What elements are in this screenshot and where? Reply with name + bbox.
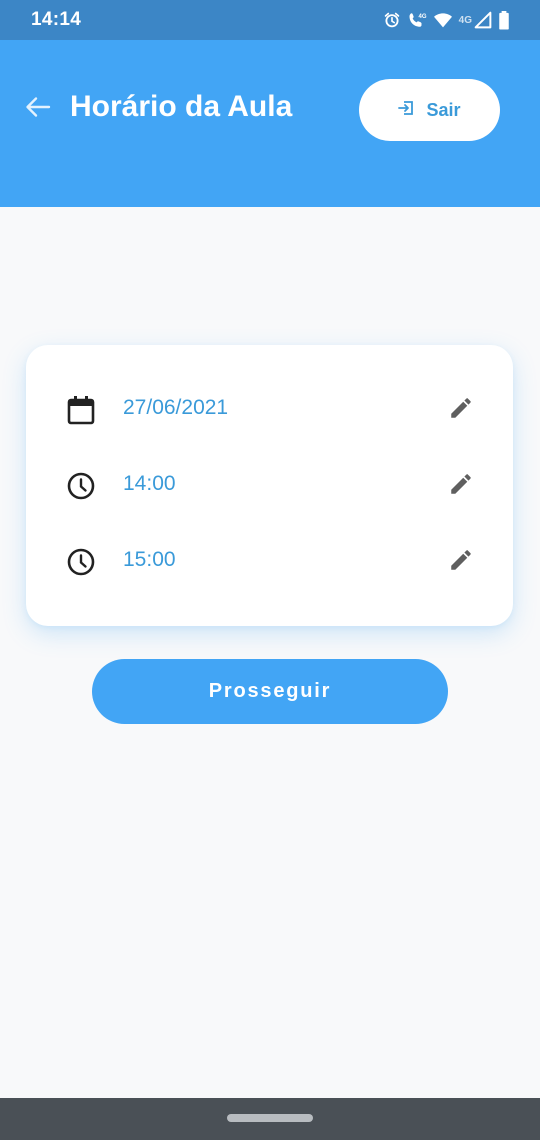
edit-date-button[interactable] <box>444 393 478 427</box>
continue-label: Prosseguir <box>208 680 332 702</box>
wifi-icon <box>433 11 453 29</box>
navigation-bar <box>0 1098 540 1140</box>
pencil-icon <box>448 395 474 426</box>
date-value: 27/06/2021 <box>123 396 229 419</box>
volte-call-icon: 4G <box>407 11 427 29</box>
clock-icon <box>66 547 96 577</box>
edit-start-time-button[interactable] <box>444 469 478 503</box>
signal-icon <box>474 11 492 29</box>
end-time-value: 15:00 <box>123 548 176 571</box>
end-time-row: 15:00 <box>26 531 513 591</box>
svg-text:4G: 4G <box>418 14 426 20</box>
pencil-icon <box>448 547 474 578</box>
continue-button[interactable]: Prosseguir <box>92 659 448 724</box>
screen: 14:14 4G 4G Horário da Aula Sair 27/06/2… <box>0 0 540 1140</box>
logout-label: Sair <box>426 99 461 120</box>
calendar-icon <box>66 395 96 425</box>
status-icons: 4G 4G <box>383 9 510 31</box>
status-bar: 14:14 4G 4G <box>0 0 540 40</box>
back-button[interactable] <box>22 93 54 125</box>
home-gesture-handle[interactable] <box>227 1114 313 1122</box>
status-time: 14:14 <box>31 9 82 30</box>
alarm-icon <box>383 11 401 29</box>
schedule-card: 27/06/2021 14:00 15:00 <box>26 345 513 626</box>
edit-end-time-button[interactable] <box>444 545 478 579</box>
page-title: Horário da Aula <box>70 90 293 123</box>
logout-button[interactable]: Sair <box>359 79 500 141</box>
app-bar: Horário da Aula Sair <box>0 40 540 207</box>
battery-icon <box>498 10 510 30</box>
pencil-icon <box>448 471 474 502</box>
start-time-value: 14:00 <box>123 472 176 495</box>
arrow-left-icon <box>25 96 51 123</box>
logout-icon <box>398 100 414 121</box>
network-type-label: 4G <box>458 14 472 26</box>
start-time-row: 14:00 <box>26 455 513 515</box>
clock-icon <box>66 471 96 501</box>
date-row: 27/06/2021 <box>26 379 513 439</box>
